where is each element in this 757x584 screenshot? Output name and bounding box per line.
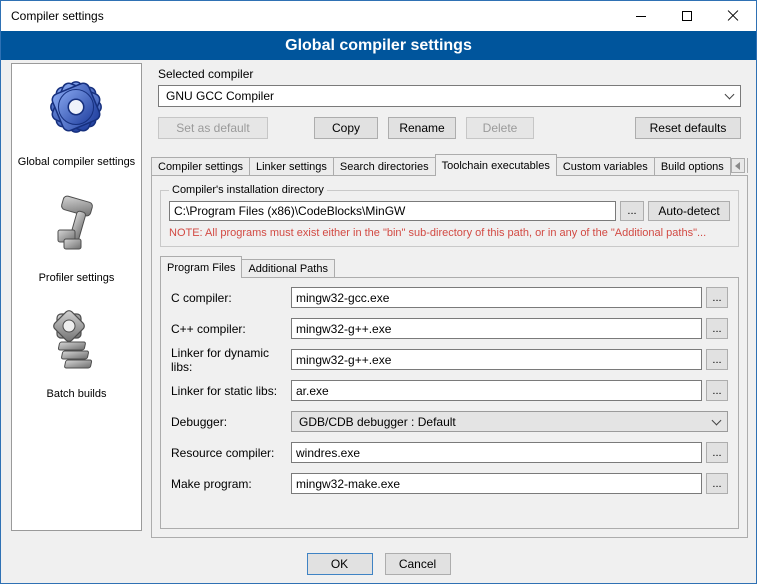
- copy-button[interactable]: Copy: [314, 117, 378, 139]
- cpp-compiler-row: C++ compiler: ...: [171, 318, 728, 339]
- compiler-select-value: GNU GCC Compiler: [166, 89, 274, 103]
- installation-directory-group: Compiler's installation directory ... Au…: [160, 184, 739, 247]
- sidebar-item-global-compiler-settings[interactable]: Global compiler settings: [18, 74, 135, 168]
- installation-directory-row: ... Auto-detect: [169, 201, 730, 221]
- cpp-compiler-input[interactable]: [291, 318, 702, 339]
- installation-directory-browse-button[interactable]: ...: [620, 201, 644, 221]
- maximize-icon: [682, 11, 692, 21]
- cpp-compiler-label: C++ compiler:: [171, 322, 291, 336]
- linker-static-label: Linker for static libs:: [171, 384, 291, 398]
- batch-builds-icon: [45, 308, 109, 372]
- debugger-label: Debugger:: [171, 415, 291, 429]
- c-compiler-row: C compiler: ...: [171, 287, 728, 308]
- title-bar: Compiler settings: [1, 1, 756, 31]
- tab-program-files[interactable]: Program Files: [160, 256, 242, 278]
- c-compiler-input[interactable]: [291, 287, 702, 308]
- compiler-select[interactable]: GNU GCC Compiler: [158, 85, 741, 107]
- resource-compiler-label: Resource compiler:: [171, 446, 291, 460]
- selected-compiler-label: Selected compiler: [158, 67, 748, 81]
- tab-search-directories[interactable]: Search directories: [333, 157, 436, 176]
- rename-button[interactable]: Rename: [388, 117, 456, 139]
- maximize-button[interactable]: [664, 1, 710, 31]
- debugger-select-value: GDB/CDB debugger : Default: [299, 415, 456, 429]
- debugger-select[interactable]: GDB/CDB debugger : Default: [291, 411, 728, 432]
- make-program-row: Make program: ...: [171, 473, 728, 494]
- set-as-default-button[interactable]: Set as default: [158, 117, 268, 139]
- linker-dynamic-browse-button[interactable]: ...: [706, 349, 728, 370]
- make-program-browse-button[interactable]: ...: [706, 473, 728, 494]
- c-compiler-browse-button[interactable]: ...: [706, 287, 728, 308]
- auto-detect-button[interactable]: Auto-detect: [648, 201, 730, 221]
- sidebar-item-label: Batch builds: [47, 388, 107, 400]
- installation-directory-title: Compiler's installation directory: [169, 184, 327, 196]
- dialog-footer: OK Cancel: [1, 553, 756, 575]
- compiler-settings-window: Compiler settings Global compiler settin…: [0, 0, 757, 584]
- toolchain-executables-panel: Compiler's installation directory ... Au…: [151, 175, 748, 538]
- tab-toolchain-executables[interactable]: Toolchain executables: [435, 154, 557, 176]
- sidebar-item-batch-builds[interactable]: Batch builds: [45, 308, 109, 400]
- linker-dynamic-input[interactable]: [291, 349, 702, 370]
- sidebar-item-profiler-settings[interactable]: Profiler settings: [39, 192, 115, 284]
- linker-dynamic-label: Linker for dynamic libs:: [171, 346, 291, 374]
- program-files-panel: C compiler: ... C++ compiler: ...: [160, 277, 739, 529]
- compiler-buttons: Set as default Copy Rename Delete Reset …: [158, 117, 741, 139]
- resource-compiler-input[interactable]: [291, 442, 702, 463]
- sidebar-item-label: Global compiler settings: [18, 156, 135, 168]
- tab-scroll-left-button[interactable]: [731, 158, 745, 173]
- tab-compiler-settings[interactable]: Compiler settings: [151, 157, 250, 176]
- delete-button[interactable]: Delete: [466, 117, 534, 139]
- chevron-down-icon: [725, 90, 735, 100]
- linker-dynamic-row: Linker for dynamic libs: ...: [171, 349, 728, 370]
- sidebar-item-label: Profiler settings: [39, 272, 115, 284]
- minimize-icon: [636, 16, 646, 17]
- tab-additional-paths[interactable]: Additional Paths: [241, 259, 335, 278]
- tab-linker-settings[interactable]: Linker settings: [249, 157, 334, 176]
- ok-button[interactable]: OK: [307, 553, 373, 575]
- cancel-button[interactable]: Cancel: [385, 553, 451, 575]
- window-controls: [618, 1, 756, 31]
- scroll-left-icon: [735, 162, 740, 170]
- tab-scroll-right-button[interactable]: [747, 158, 748, 173]
- linker-static-row: Linker for static libs: ...: [171, 380, 728, 401]
- linker-static-browse-button[interactable]: ...: [706, 380, 728, 401]
- cpp-compiler-browse-button[interactable]: ...: [706, 318, 728, 339]
- window-title: Compiler settings: [1, 9, 618, 23]
- profiler-tool-icon: [45, 192, 109, 256]
- chevron-down-icon: [712, 415, 722, 425]
- close-icon: [727, 10, 739, 22]
- page-title: Global compiler settings: [1, 31, 756, 60]
- resource-compiler-row: Resource compiler: ...: [171, 442, 728, 463]
- sidebar: Global compiler settings Profiler settin…: [11, 63, 142, 531]
- make-program-label: Make program:: [171, 477, 291, 491]
- tab-custom-variables[interactable]: Custom variables: [556, 157, 655, 176]
- linker-static-input[interactable]: [291, 380, 702, 401]
- dialog-body: Global compiler settings Profiler settin…: [1, 60, 756, 583]
- reset-defaults-button[interactable]: Reset defaults: [635, 117, 741, 139]
- settings-tab-strip: Compiler settings Linker settings Search…: [151, 154, 748, 176]
- c-compiler-label: C compiler:: [171, 291, 291, 305]
- tab-scroll-controls: [731, 158, 748, 176]
- make-program-input[interactable]: [291, 473, 702, 494]
- tab-build-options[interactable]: Build options: [654, 157, 731, 176]
- close-button[interactable]: [710, 1, 756, 31]
- installation-note: NOTE: All programs must exist either in …: [169, 227, 730, 239]
- resource-compiler-browse-button[interactable]: ...: [706, 442, 728, 463]
- debugger-row: Debugger: GDB/CDB debugger : Default: [171, 411, 728, 432]
- minimize-button[interactable]: [618, 1, 664, 31]
- gear-icon: [43, 74, 109, 140]
- program-tab-strip: Program Files Additional Paths: [160, 257, 739, 278]
- installation-directory-input[interactable]: [169, 201, 616, 221]
- main-panel: Selected compiler GNU GCC Compiler Set a…: [151, 60, 748, 538]
